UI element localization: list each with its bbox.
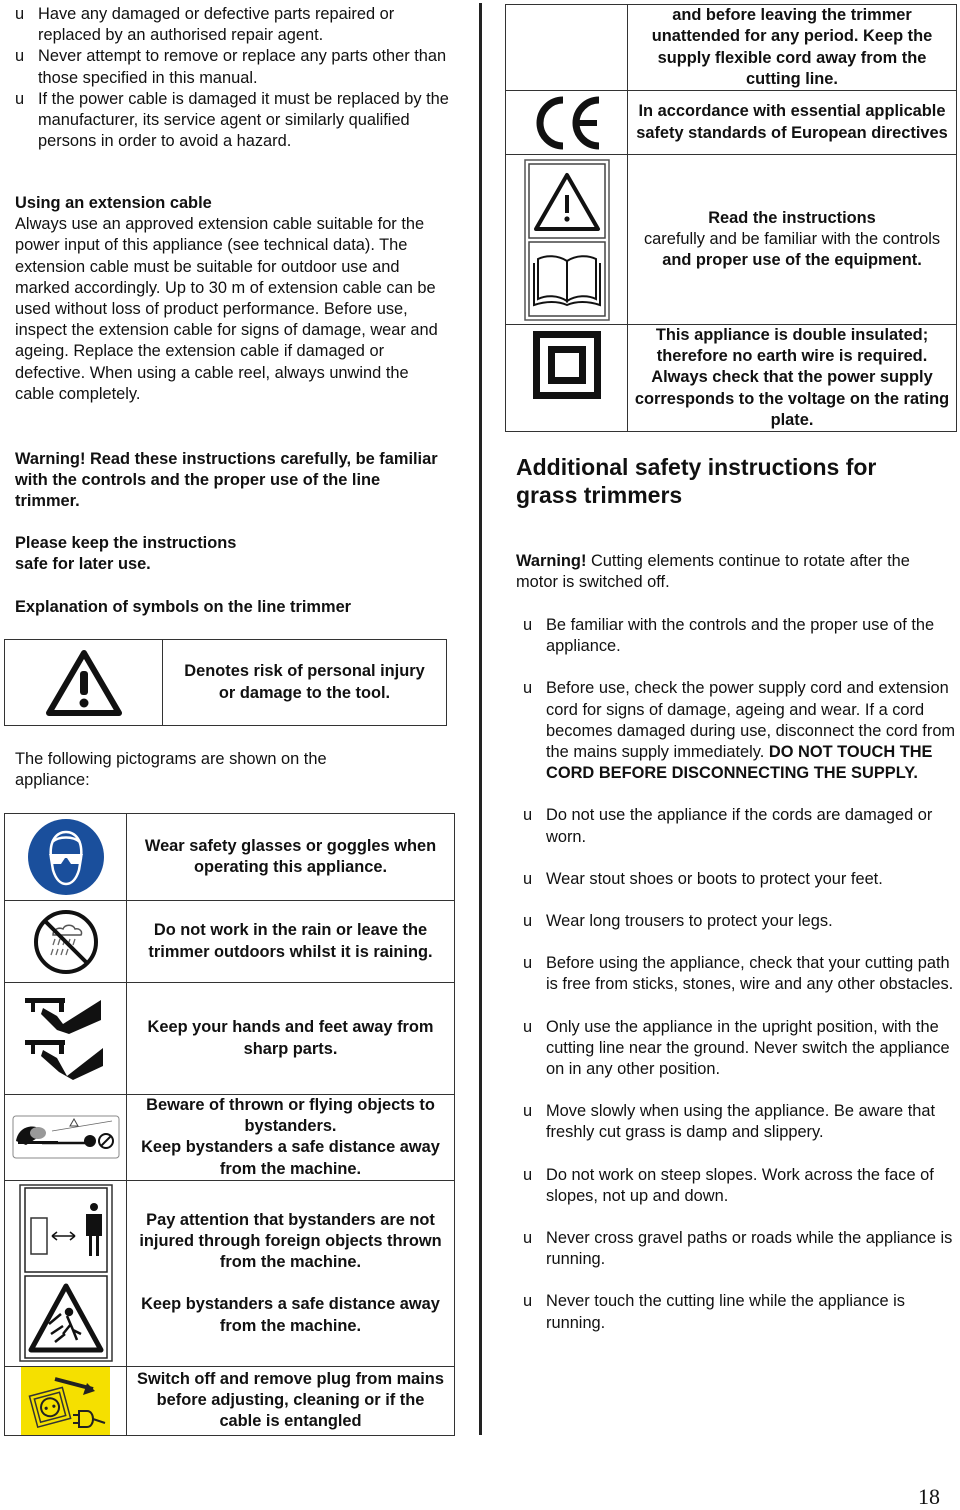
- warning-triangle-icon: [45, 649, 122, 716]
- symbol-text: and before leaving the trimmer unattende…: [627, 4, 957, 91]
- safety-bullet-list: u Be familiar with the controls and the p…: [523, 615, 957, 1334]
- double-insulated-icon: [532, 331, 601, 399]
- additional-safety-heading: Additional safety instructions for grass…: [516, 454, 877, 508]
- symbols-heading: Explanation of symbols on the line trimm…: [15, 598, 352, 616]
- symbol-text: This appliance is double insulated; ther…: [627, 323, 957, 433]
- extension-body: Always use an approved extension cable s…: [15, 215, 438, 403]
- symbol-row: In accordance with essential applicable …: [505, 90, 957, 155]
- symbol-text-bold: Read the instructions: [708, 208, 876, 227]
- read-manual-icon: [523, 158, 610, 321]
- pictogram-row: Beware of thrown or flying objects to by…: [4, 1094, 455, 1181]
- column-divider: [479, 3, 482, 1435]
- list-item: u Before using the appliance, check that …: [523, 954, 954, 994]
- risk-symbol-icon-cell: [4, 639, 163, 726]
- pictogram-row: Do not work in the rain or leave the tri…: [4, 900, 455, 983]
- bystander-distance-icon: [18, 1184, 113, 1363]
- symbol-text: In accordance with essential applicable …: [627, 90, 957, 155]
- symbols-table-continued: and before leaving the trimmer unattende…: [505, 4, 957, 433]
- thrown-objects-icon: [12, 1115, 119, 1159]
- list-item: u Never cross gravel paths or roads while…: [523, 1229, 953, 1269]
- pictogram-text: Do not work in the rain or leave the tri…: [126, 900, 455, 983]
- risk-symbol-text: Denotes risk of personal injury or damag…: [162, 639, 447, 726]
- symbol-text-bold: and proper use of the equipment.: [662, 251, 922, 270]
- pictogram-row: Keep your hands and feet away from sharp…: [4, 982, 455, 1095]
- symbol-text-normal: carefully and be familiar with the contr…: [643, 229, 941, 248]
- list-item: u Wear long trousers to protect your legs…: [523, 912, 833, 931]
- no-rain-icon: [33, 909, 98, 974]
- warning-text: Warning! Read these instructions careful…: [15, 450, 438, 511]
- pictogram-row: Switch off and remove plug from mains be…: [4, 1365, 455, 1436]
- list-item: u Never touch the cutting line while the …: [523, 1292, 905, 1332]
- list-item: u Do not use the appliance if the cords a…: [523, 806, 933, 846]
- pictograms-table: Wear safety glasses or goggles when oper…: [4, 813, 455, 1436]
- pictogram-text: Keep bystanders a safe distance away fro…: [141, 1138, 440, 1178]
- ce-mark-icon: [536, 96, 599, 149]
- pictogram-text: Switch off and remove plug from mains be…: [126, 1365, 455, 1436]
- list-item: u Before use, check the power supply cord…: [523, 679, 956, 783]
- keep-instructions-line1: Please keep the instructions: [15, 534, 237, 552]
- page-number: 18: [918, 1484, 940, 1509]
- list-item: u Do not work on steep slopes. Work acros…: [523, 1165, 934, 1205]
- list-item: u Never attempt to remove or replace any …: [15, 47, 447, 87]
- pictograms-intro: The following pictograms are shown on th…: [15, 750, 327, 790]
- pictogram-row: Pay attention that bystanders are not in…: [4, 1179, 455, 1367]
- pictogram-text: Beware of thrown or flying objects to by…: [146, 1096, 435, 1136]
- symbol-row: and before leaving the trimmer unattende…: [505, 4, 957, 91]
- pictogram-text: Wear safety glasses or goggles when oper…: [126, 813, 455, 901]
- risk-symbol-table: Denotes risk of personal injury or damag…: [4, 639, 447, 726]
- list-item: u Have any damaged or defective parts rep…: [15, 5, 395, 45]
- safety-goggles-icon: [27, 819, 104, 895]
- pictogram-text: Keep your hands and feet away from sharp…: [126, 982, 455, 1095]
- rotation-warning: Warning! Cutting elements continue to ro…: [516, 552, 910, 592]
- list-item: u Move slowly when using the appliance. B…: [523, 1102, 936, 1142]
- pictogram-text: Pay attention that bystanders are not in…: [139, 1210, 442, 1272]
- list-item: u Wear stout shoes or boots to protect yo…: [523, 869, 883, 888]
- hands-feet-away-icon: [24, 997, 103, 1080]
- list-item: u If the power cable is damaged it must b…: [15, 89, 449, 151]
- list-item: u Be familiar with the controls and the p…: [523, 616, 935, 656]
- unplug-icon: [21, 1366, 110, 1435]
- keep-instructions-line2: safe for later use.: [15, 555, 151, 574]
- pictogram-row: Wear safety glasses or goggles when oper…: [4, 813, 455, 901]
- symbol-row: This appliance is double insulated; ther…: [505, 323, 957, 433]
- list-item: u Only use the appliance in the upright p…: [523, 1017, 950, 1079]
- pictogram-text: Keep bystanders a safe distance away fro…: [141, 1295, 440, 1335]
- symbol-row: Read the instructions carefully and be f…: [505, 154, 957, 325]
- extension-heading: Using an extension cable: [15, 194, 212, 212]
